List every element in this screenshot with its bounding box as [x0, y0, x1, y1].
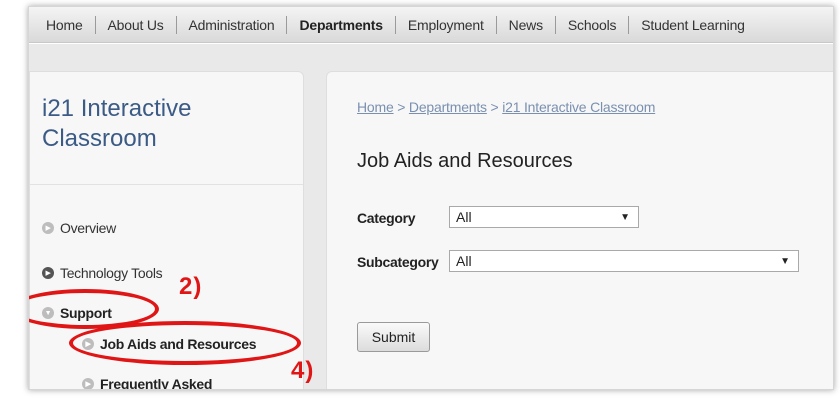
nav-item-student-learning[interactable]: Student Learning: [629, 16, 756, 34]
subcategory-select-value: All: [456, 253, 472, 269]
nav-item-schools[interactable]: Schools: [556, 15, 630, 34]
breadcrumb-separator: >: [393, 99, 409, 115]
category-select-value: All: [456, 209, 472, 225]
dropdown-arrow-icon: ▼: [780, 256, 790, 267]
chevron-right-icon: ▶: [42, 222, 54, 234]
page-title: Job Aids and Resources: [357, 150, 573, 172]
annotation-step-4: 4): [291, 357, 315, 384]
nav-item-news[interactable]: News: [497, 15, 556, 34]
sidebar-item-label: Technology Tools: [60, 265, 163, 281]
annotation-step-2: 2): [179, 273, 203, 300]
annotation-circle-job-aids: [69, 321, 301, 365]
chevron-right-icon: ▶: [82, 378, 94, 389]
dropdown-arrow-icon: ▼: [620, 212, 630, 223]
chevron-right-icon: ▶: [42, 267, 54, 279]
nav-item-employment[interactable]: Employment: [396, 15, 497, 34]
category-select[interactable]: All ▼: [449, 206, 639, 228]
nav-item-administration[interactable]: Administration: [177, 15, 288, 34]
breadcrumb-current[interactable]: i21 Interactive Classroom: [502, 99, 655, 115]
breadcrumb-separator: >: [486, 99, 503, 115]
sidebar-divider: [30, 184, 303, 185]
sidebar-item-technology-tools[interactable]: ▶ Technology Tools: [42, 265, 163, 281]
sidebar-item-overview[interactable]: ▶ Overview: [42, 220, 116, 236]
sidebar-item-label: Overview: [60, 220, 116, 236]
sidebar-title: i21 Interactive Classroom: [42, 95, 192, 152]
browser-frame: Home About Us Administration Departments…: [28, 6, 834, 390]
category-label: Category: [357, 210, 416, 226]
sidebar-item-frequently-asked[interactable]: ▶ Frequently Asked: [82, 376, 213, 390]
top-navigation: Home About Us Administration Departments…: [29, 7, 833, 43]
nav-item-home[interactable]: Home: [29, 15, 96, 34]
subcategory-select[interactable]: All ▼: [449, 250, 799, 272]
breadcrumb-departments[interactable]: Departments: [409, 99, 487, 115]
main-panel: Home > Departments > i21 Interactive Cla…: [326, 71, 833, 389]
nav-item-departments[interactable]: Departments: [287, 15, 396, 34]
submit-button[interactable]: Submit: [357, 322, 430, 352]
sidebar-item-label: Frequently Asked: [100, 376, 213, 390]
breadcrumb-home[interactable]: Home: [357, 99, 394, 115]
nav-item-about-us[interactable]: About Us: [96, 15, 177, 34]
breadcrumb: Home > Departments > i21 Interactive Cla…: [357, 99, 655, 115]
subcategory-label: Subcategory: [357, 254, 439, 270]
